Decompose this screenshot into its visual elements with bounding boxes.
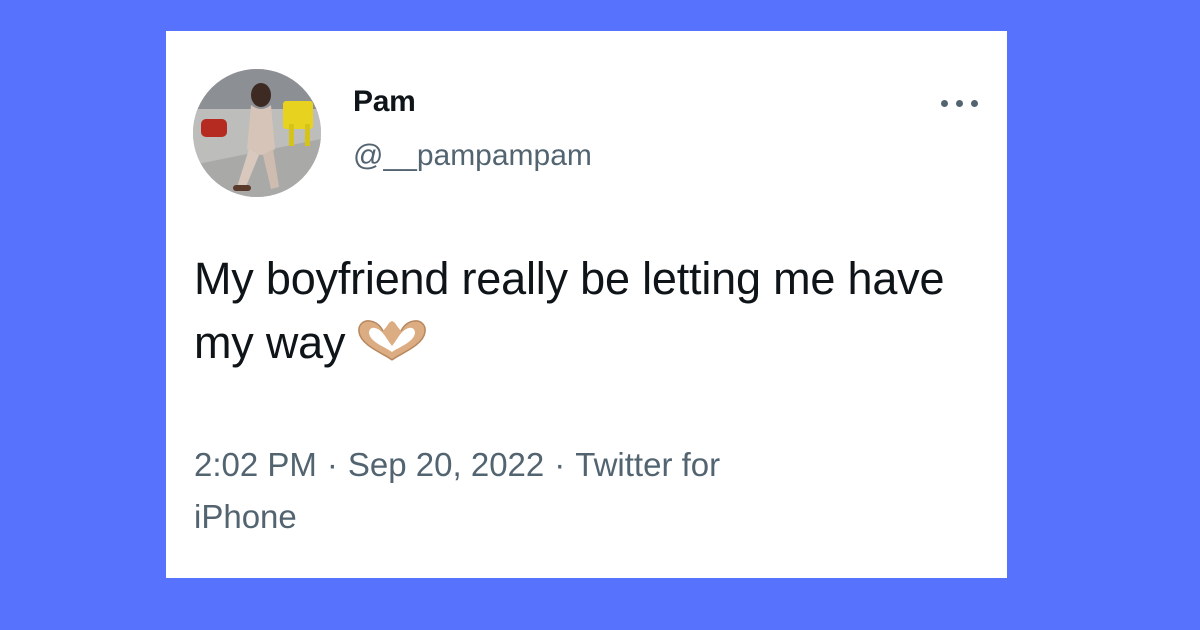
tweet-time[interactable]: 2:02 PM	[194, 446, 317, 483]
tweet-card: Pam @__pampampam My boyfriend really be …	[166, 31, 1007, 578]
tweet-text: My boyfriend really be letting me have m…	[194, 253, 945, 368]
heart-hands-icon	[358, 320, 427, 361]
tweet-date[interactable]: Sep 20, 2022	[348, 446, 544, 483]
tweet-body: My boyfriend really be letting me have m…	[194, 247, 994, 375]
more-dot-icon	[941, 100, 948, 107]
more-dot-icon	[971, 100, 978, 107]
avatar-photo	[193, 69, 321, 197]
more-options-button[interactable]	[941, 87, 985, 119]
author-handle[interactable]: @__pampampam	[353, 139, 592, 173]
tweet-meta: 2:02 PM · Sep 20, 2022 · Twitter for iPhone	[194, 439, 894, 543]
tweet-source-line1[interactable]: Twitter for	[575, 446, 720, 483]
avatar[interactable]	[193, 69, 321, 197]
author-name[interactable]: Pam	[353, 85, 416, 119]
meta-separator: ·	[326, 446, 338, 483]
meta-separator: ·	[554, 446, 566, 483]
more-dot-icon	[956, 100, 963, 107]
tweet-source-line2[interactable]: iPhone	[194, 498, 297, 535]
